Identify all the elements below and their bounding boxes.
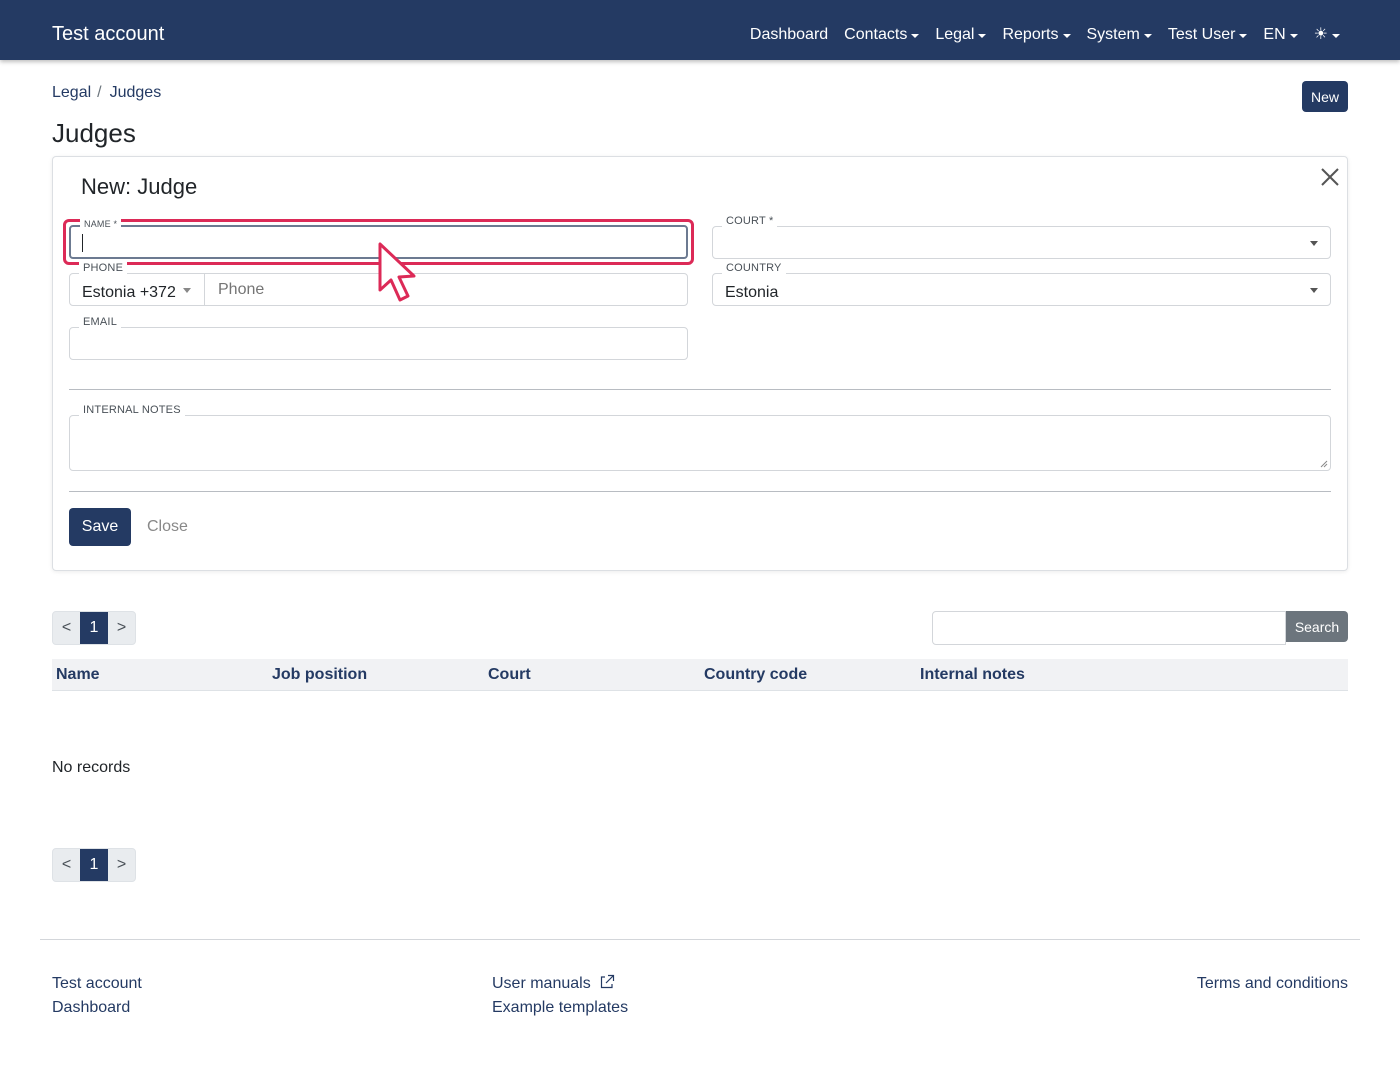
court-select[interactable]: COURT * — [712, 214, 1331, 259]
table-header: Name Job position Court Country code Int… — [52, 659, 1348, 691]
nav-contacts-label: Contacts — [844, 26, 908, 43]
nav-legal-label: Legal — [935, 26, 975, 43]
brand-link[interactable]: Test account — [52, 20, 164, 48]
nav-reports-label: Reports — [1002, 26, 1059, 43]
breadcrumb-judges[interactable]: Judges — [110, 83, 162, 103]
nav-menu: Dashboard Contacts Legal Reports System … — [750, 24, 1340, 46]
breadcrumb-legal[interactable]: Legal — [52, 83, 91, 103]
email-field[interactable]: EMAIL — [69, 315, 688, 360]
country-label: COUNTRY — [722, 261, 786, 275]
sun-icon: ☀ — [1313, 26, 1328, 43]
nav-legal-dropdown[interactable]: Legal — [935, 24, 987, 46]
internal-notes-textarea[interactable]: INTERNAL NOTES — [69, 403, 1331, 471]
mouse-pointer-icon — [378, 242, 416, 302]
empty-table-message: No records — [52, 759, 131, 776]
footer-link-dashboard[interactable]: Dashboard — [52, 998, 130, 1018]
phone-country-select[interactable]: Estonia +372 — [70, 274, 205, 305]
country-select[interactable]: COUNTRY Estonia — [712, 261, 1331, 306]
top-navbar: Test account Dashboard Contacts Legal Re… — [0, 0, 1400, 60]
internal-notes-label: INTERNAL NOTES — [79, 403, 185, 417]
caret-down-icon — [911, 33, 920, 38]
user-manuals-label: User manuals — [492, 975, 591, 992]
external-link-icon — [601, 974, 615, 989]
nav-user-label: Test User — [1167, 26, 1236, 43]
caret-down-icon — [1332, 33, 1340, 38]
chevron-down-icon — [1310, 241, 1318, 246]
text-caret — [82, 234, 83, 252]
footer-link-example-templates[interactable]: Example templates — [492, 998, 628, 1018]
close-icon[interactable] — [1319, 166, 1341, 188]
theme-toggle-dropdown[interactable]: ☀ — [1314, 24, 1340, 46]
breadcrumb-separator: / — [97, 84, 102, 101]
caret-down-icon — [1062, 33, 1071, 38]
footer-link-user-manuals[interactable]: User manuals — [492, 974, 615, 994]
nav-system-label: System — [1086, 26, 1140, 43]
footer-link-test-account[interactable]: Test account — [52, 974, 142, 994]
country-value: Estonia — [725, 284, 779, 301]
phone-label: PHONE — [79, 261, 128, 275]
new-button[interactable]: New — [1302, 81, 1348, 112]
form-title: New: Judge — [81, 174, 198, 199]
phone-country-value: Estonia +372 — [82, 284, 176, 301]
column-header-internal-notes[interactable]: Internal notes — [920, 665, 1025, 685]
nav-system-dropdown[interactable]: System — [1087, 24, 1152, 46]
caret-down-icon — [1289, 33, 1298, 38]
nav-user-dropdown[interactable]: Test User — [1168, 24, 1248, 46]
column-header-country-code[interactable]: Country code — [704, 665, 807, 685]
nav-contacts-dropdown[interactable]: Contacts — [844, 24, 920, 46]
column-header-name[interactable]: Name — [56, 665, 100, 685]
save-button[interactable]: Save — [69, 508, 131, 546]
footer-link-terms[interactable]: Terms and conditions — [1197, 974, 1348, 994]
footer-divider — [40, 939, 1360, 940]
form-divider — [69, 389, 1331, 390]
name-label: NAME * — [80, 219, 122, 229]
pagination-prev[interactable]: < — [53, 849, 80, 881]
close-button[interactable]: Close — [147, 517, 188, 537]
nav-dashboard[interactable]: Dashboard — [750, 24, 828, 46]
court-label: COURT * — [722, 214, 778, 228]
pagination-page-1[interactable]: 1 — [80, 612, 108, 644]
caret-down-icon — [1239, 33, 1248, 38]
pagination-prev[interactable]: < — [53, 612, 80, 644]
nav-language-dropdown[interactable]: EN — [1263, 24, 1298, 46]
caret-down-icon — [1143, 33, 1152, 38]
pagination-next[interactable]: > — [108, 612, 135, 644]
chevron-down-icon — [183, 288, 191, 293]
pagination-page-1[interactable]: 1 — [80, 849, 108, 881]
column-header-court[interactable]: Court — [488, 665, 531, 685]
caret-down-icon — [978, 33, 987, 38]
pagination-next[interactable]: > — [108, 849, 135, 881]
pagination-top: < 1 > — [52, 611, 136, 645]
nav-language-label: EN — [1263, 26, 1286, 43]
column-header-job-position[interactable]: Job position — [272, 665, 367, 685]
search-button[interactable]: Search — [1286, 611, 1348, 642]
chevron-down-icon — [1310, 288, 1318, 293]
page-title: Judges — [52, 118, 136, 148]
email-label: EMAIL — [79, 315, 122, 329]
form-divider — [69, 491, 1331, 492]
nav-reports-dropdown[interactable]: Reports — [1002, 24, 1071, 46]
search-input[interactable] — [932, 611, 1286, 645]
nav-dashboard-label: Dashboard — [749, 26, 829, 43]
pagination-bottom: < 1 > — [52, 848, 136, 882]
breadcrumb: Legal / Judges — [52, 83, 161, 103]
resize-handle-icon[interactable] — [1320, 460, 1328, 468]
phone-input[interactable] — [218, 280, 668, 300]
